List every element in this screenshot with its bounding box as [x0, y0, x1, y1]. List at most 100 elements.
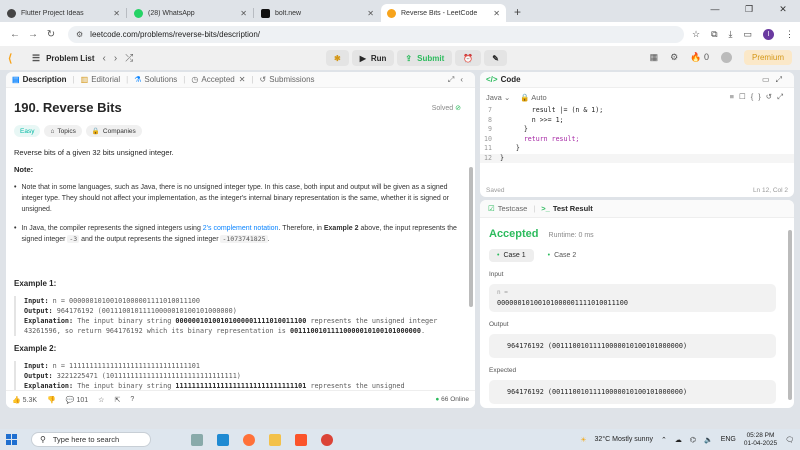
leetcode-icon [387, 8, 396, 18]
premium-button[interactable]: Premium [743, 50, 792, 65]
browser-tab-flutter[interactable]: Flutter Project Ideas ✕ [1, 4, 126, 22]
close-icon[interactable]: ✕ [493, 9, 500, 18]
file-explorer-icon[interactable] [269, 433, 281, 446]
problem-list-button[interactable]: ☰ Problem List [32, 53, 95, 64]
submit-button[interactable]: ⇪ Submit [397, 50, 453, 66]
weather-text[interactable]: 32°C Mostly sunny [595, 436, 653, 443]
problem-title[interactable]: 190. Reverse Bits [14, 100, 467, 115]
inline-code: -3 [67, 235, 80, 243]
divider [126, 8, 127, 18]
extensions-icon[interactable]: ⧉ [711, 29, 717, 40]
chrome-icon[interactable] [321, 433, 333, 446]
editor-status-bar: Saved Ln 12, Col 2 [480, 183, 794, 197]
description-footer: 👍 5.3K 👎 💬 101 ☆ ⇱ ? ● 66 Online [6, 390, 475, 408]
sidebar-icon[interactable]: ▭ [743, 29, 752, 40]
tab-submissions[interactable]: ↺ Submissions [260, 75, 315, 84]
bug-icon: ✱ [334, 53, 341, 63]
bookmark-star-icon[interactable]: ☆ [692, 29, 700, 40]
close-icon[interactable]: ✕ [239, 75, 246, 84]
language-indicator[interactable]: ENG [721, 436, 736, 443]
topics-chip[interactable]: ⌂ Topics [44, 125, 82, 137]
windows-taskbar: ⚲ Type here to search ☀ 32°C Mostly sunn… [0, 429, 800, 450]
dislike-button[interactable]: 👎 [47, 396, 56, 404]
leetcode-logo-icon[interactable]: ⟨ [8, 52, 20, 65]
network-icon[interactable]: ⌬ [690, 436, 696, 444]
user-avatar[interactable] [720, 52, 732, 63]
cloud-icon[interactable]: ☁ [675, 436, 682, 444]
close-icon[interactable]: ✕ [113, 9, 120, 18]
favorite-star-icon[interactable]: ☆ [98, 396, 104, 404]
example-output: Output: 3221225471 (10111111111111111111… [24, 371, 467, 381]
browser-tab-bolt[interactable]: bolt.new ✕ [255, 4, 380, 22]
windows-start-icon[interactable] [6, 434, 17, 445]
brave-icon[interactable] [295, 433, 307, 446]
close-icon[interactable]: ✕ [367, 9, 374, 18]
tab-label: Accepted [201, 75, 235, 84]
browser-tab-whatsapp[interactable]: (28) WhatsApp ✕ [128, 4, 253, 22]
comments-button[interactable]: 💬 101 [66, 396, 88, 404]
browser-tab-leetcode[interactable]: Reverse Bits - LeetCode ✕ [381, 4, 506, 22]
tab-accepted[interactable]: ◷ Accepted ✕ [191, 75, 245, 84]
share-icon[interactable]: ⇱ [114, 396, 120, 404]
minimize-icon[interactable]: — [698, 0, 732, 18]
scrollbar[interactable] [788, 230, 792, 400]
url-field[interactable]: ⚙ leetcode.com/problems/reverse-bits/des… [68, 25, 684, 43]
companies-chip[interactable]: 🔒 Companies [85, 125, 142, 137]
editor-actions[interactable]: ≡☐{}↺⤢ [730, 92, 788, 102]
clock[interactable]: 05:28 PM 01-04-2025 [744, 432, 777, 448]
reload-icon[interactable]: ↻ [42, 29, 60, 40]
verdict-row: Accepted Runtime: 0 ms [480, 218, 794, 240]
vscode-icon[interactable] [217, 433, 229, 446]
expected-label: Expected [489, 367, 517, 374]
profile-avatar[interactable]: I [763, 28, 774, 40]
problem-nav-arrows[interactable]: ‹›⤮ [103, 53, 142, 64]
taskbar-search[interactable]: ⚲ Type here to search [31, 432, 151, 447]
thumbs-up-icon: 👍 [12, 396, 21, 404]
site-info-icon[interactable]: ⚙ [76, 30, 83, 39]
streak-counter[interactable]: 🔥 0 [690, 52, 709, 63]
menu-icon[interactable]: ⋮ [785, 29, 794, 40]
scrollbar[interactable] [469, 167, 473, 307]
case-2-tab[interactable]: • Case 2 [540, 249, 585, 262]
new-tab-button[interactable]: + [514, 5, 521, 19]
tab-description[interactable]: ▤ Description [12, 75, 67, 84]
auto-mode-toggle[interactable]: 🔒 Auto [520, 93, 546, 102]
label: Output: [24, 372, 53, 380]
maximize-icon[interactable]: ❐ [732, 0, 766, 18]
bolt-icon [261, 8, 270, 18]
tray-chevron-icon[interactable]: ⌃ [661, 436, 667, 444]
notes-button-2[interactable]: ✎ [484, 50, 507, 66]
tab-solutions[interactable]: ⚗ Solutions [134, 75, 177, 84]
debug-button[interactable]: ✱ [326, 50, 349, 66]
download-icon[interactable]: ⤓ [729, 29, 733, 40]
list-icon: ☰ [32, 52, 41, 63]
back-icon[interactable]: ← [6, 29, 24, 40]
notification-icon[interactable]: 🗨 [785, 436, 794, 444]
case-1-tab[interactable]: • Case 1 [489, 249, 534, 262]
run-button[interactable]: ▶ Run [351, 50, 395, 66]
time-text: 05:28 PM [746, 431, 775, 439]
line-number: 8 [488, 115, 492, 124]
tab-editorial[interactable]: ▥ Editorial [81, 75, 120, 84]
line-number: 7 [488, 106, 492, 114]
firefox-icon[interactable] [243, 433, 255, 446]
settings-gear-icon[interactable]: ⚙ [670, 52, 678, 63]
forward-icon[interactable]: → [24, 29, 42, 40]
volume-icon[interactable]: 🔈 [704, 436, 713, 444]
help-icon[interactable]: ? [130, 396, 134, 403]
tab-testcase[interactable]: ☑ Testcase [488, 204, 527, 213]
layout-icon[interactable]: ▦ [650, 52, 659, 63]
panel-controls[interactable]: ⤢‹ [448, 75, 469, 85]
panel-controls[interactable]: ▭⤢ [762, 75, 788, 85]
close-icon[interactable]: ✕ [240, 9, 247, 18]
note-bullet: • Note that in some languages, such as J… [14, 182, 467, 215]
like-button[interactable]: 👍 5.3K [12, 396, 37, 404]
task-view-icon[interactable] [191, 433, 203, 446]
code-editor[interactable]: 7 result |= (n & 1); 8 n >>= 1; 9 } 10 r… [480, 106, 794, 163]
close-window-icon[interactable]: ✕ [766, 0, 800, 18]
complement-link[interactable]: 2's complement notation [203, 225, 279, 232]
tab-test-result[interactable]: >_ Test Result [541, 204, 592, 213]
test-tabs: ☑ Testcase | >_ Test Result [480, 200, 794, 218]
language-select[interactable]: Java ⌄ [486, 93, 510, 102]
notes-button[interactable]: ⏰ [455, 50, 482, 66]
